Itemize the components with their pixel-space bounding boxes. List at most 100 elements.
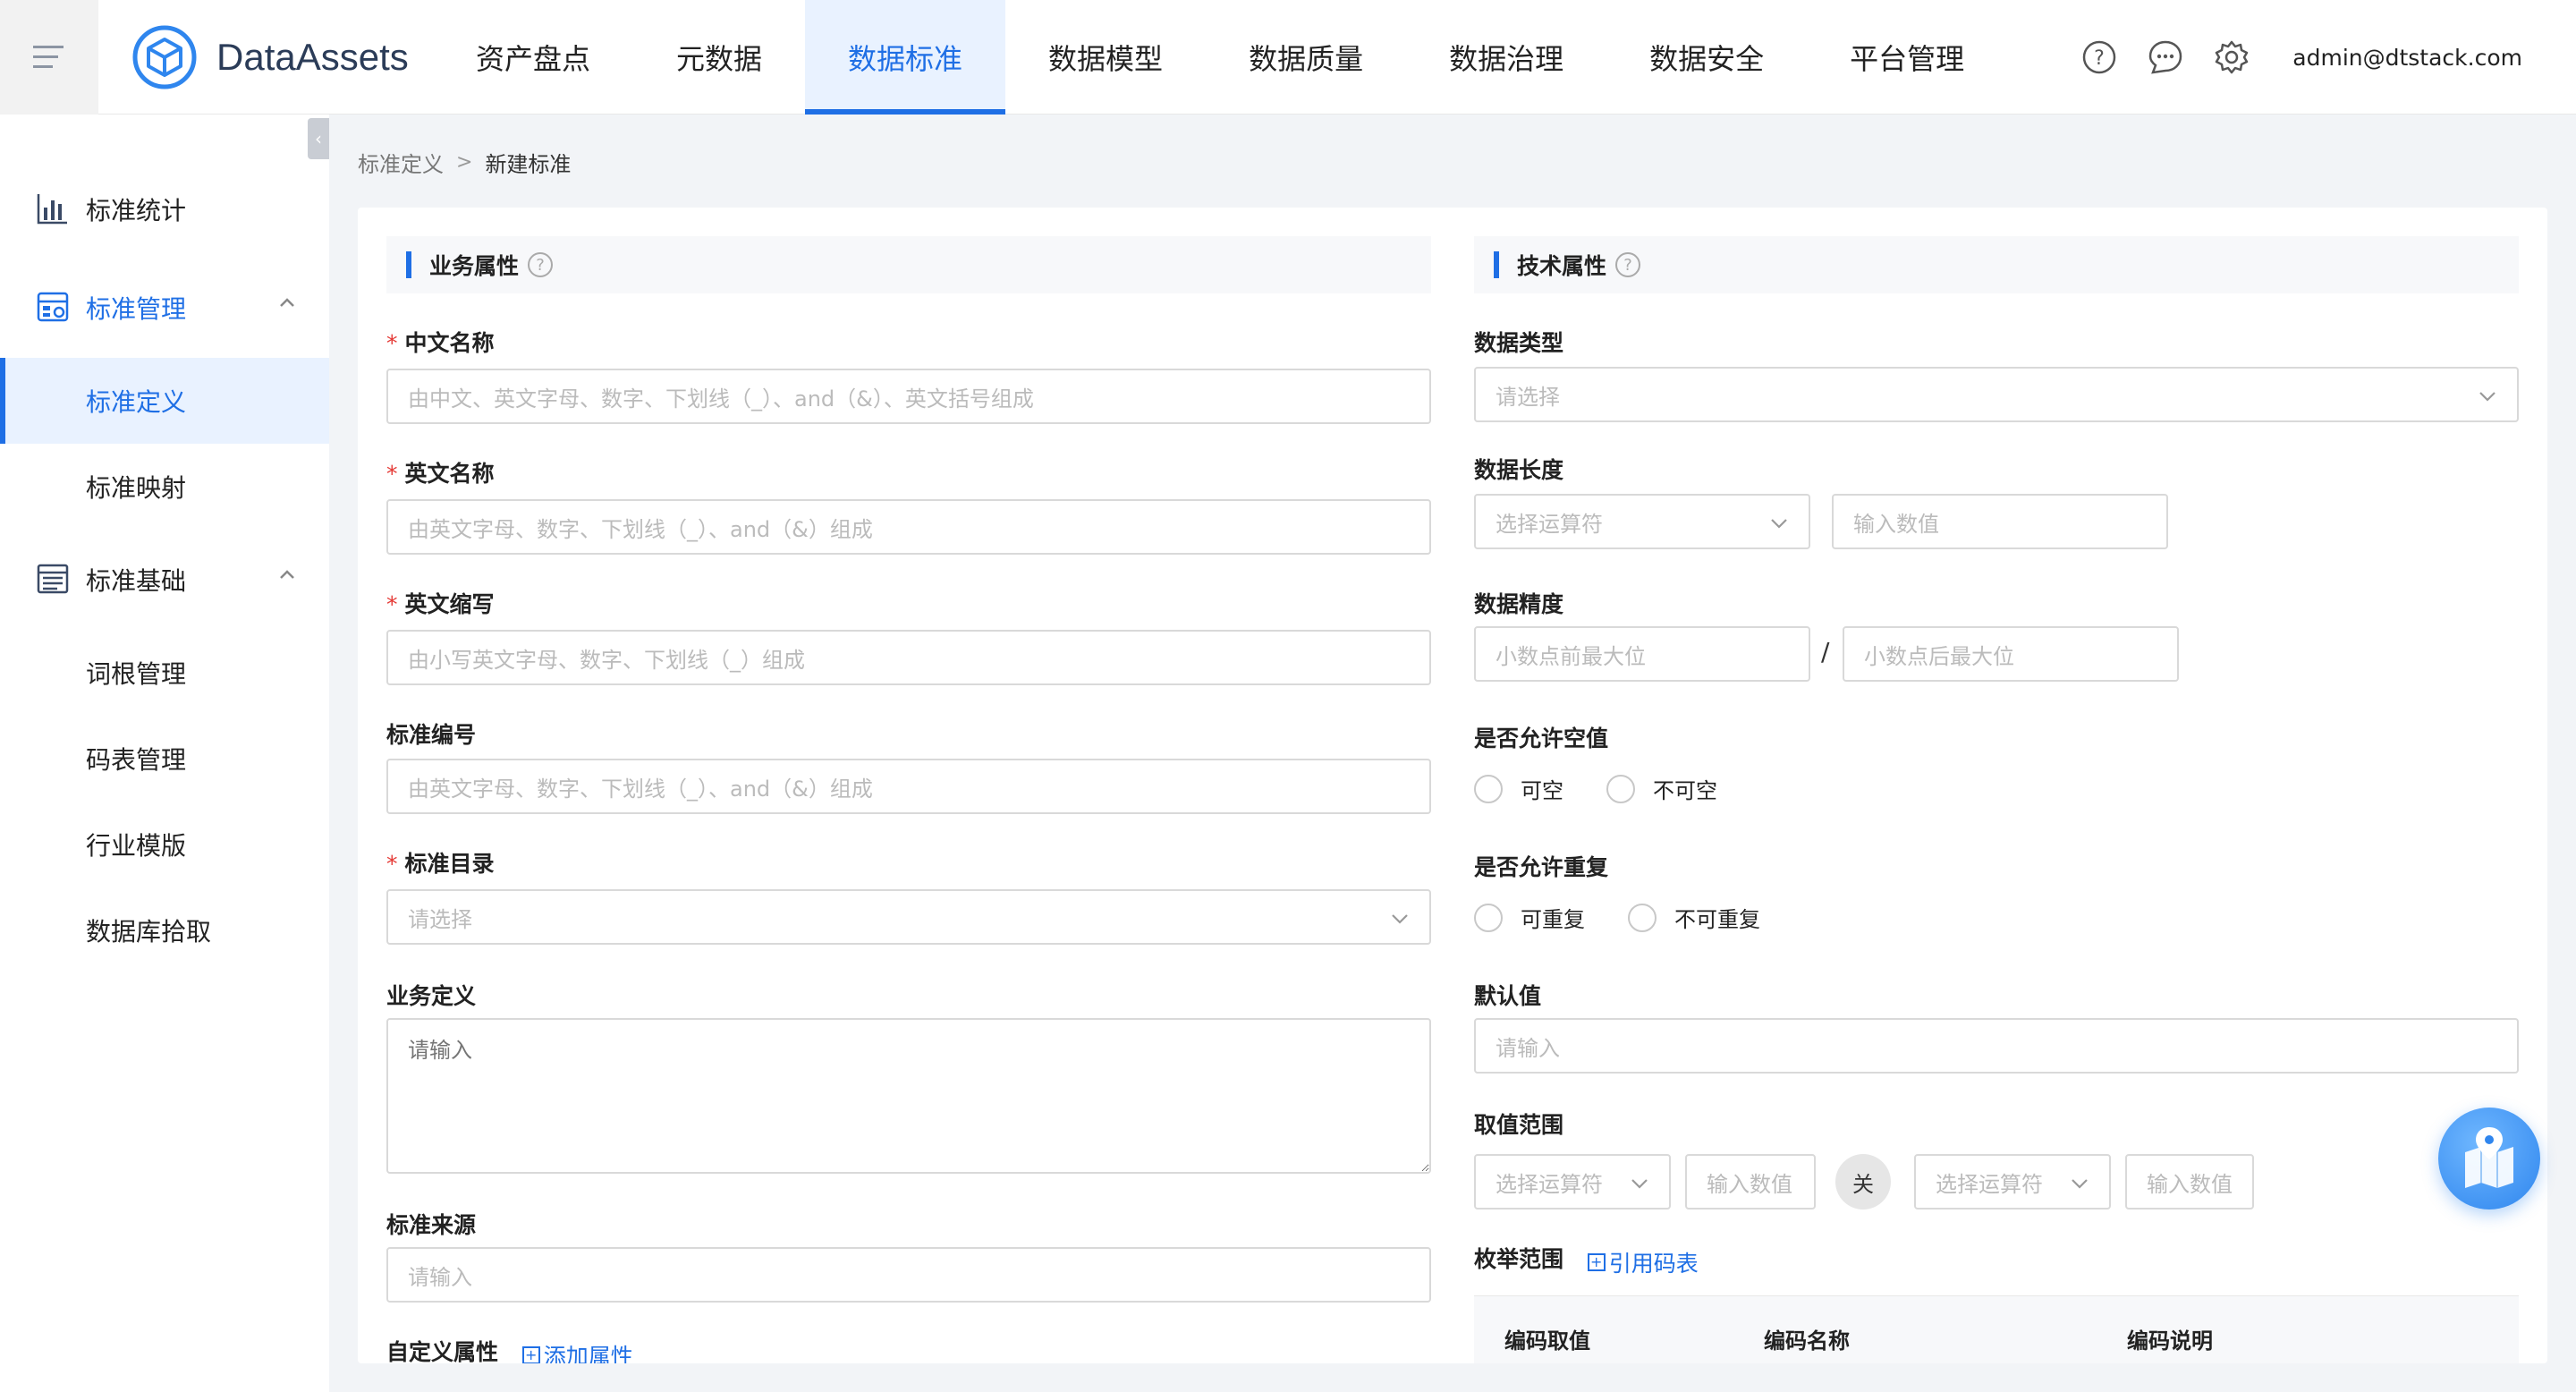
range-value-2-input[interactable]: 输入数值 [2125, 1154, 2254, 1210]
nav-platform-admin[interactable]: 平台管理 [1807, 0, 2007, 115]
radio-circle [1474, 774, 1503, 803]
sidebar-item-code-table[interactable]: 码表管理 [0, 716, 329, 802]
floating-guide-button[interactable] [2438, 1108, 2540, 1210]
sidebar-item-db-pick[interactable]: 数据库拾取 [0, 887, 329, 973]
custom-attr-label: 自定义属性 + 添加属性 [386, 1335, 633, 1363]
data-precision-label: 数据精度 [1474, 591, 1564, 617]
sidebar-item-std-stats[interactable]: 标准统计 [0, 166, 329, 252]
header-actions: ? admin@dtstack.com [2080, 0, 2522, 115]
data-length-label: 数据长度 [1474, 457, 1564, 483]
plus-box-icon: + [1587, 1253, 1606, 1271]
breadcrumb: 标准定义 > 新建标准 [358, 147, 571, 178]
map-pin-icon [2465, 1127, 2513, 1188]
nullable-no-radio[interactable]: 不可空 [1606, 773, 1717, 804]
col-code-name: 编码名称 [1764, 1328, 1850, 1354]
std-source-label: 标准来源 [386, 1212, 477, 1238]
plus-box-icon: + [521, 1346, 540, 1363]
en-name-label: * 英文名称 [386, 461, 495, 487]
breadcrumb-current: 新建标准 [485, 152, 572, 177]
sidebar-item-std-basis[interactable]: 标准基础 [0, 537, 329, 623]
gear-icon[interactable] [2212, 38, 2251, 77]
add-attribute-button[interactable]: + 添加属性 [521, 1339, 633, 1363]
repeatable-yes-radio[interactable]: 可重复 [1474, 902, 1585, 933]
radio-circle [1606, 774, 1635, 803]
range-value-1-input[interactable]: 输入数值 [1685, 1154, 1816, 1210]
section-marker [1494, 251, 1499, 278]
nav-data-governance[interactable]: 数据治理 [1406, 0, 1606, 115]
nav-data-quality[interactable]: 数据质量 [1206, 0, 1406, 115]
help-icon[interactable]: ? [1615, 252, 1641, 277]
nav-data-standard[interactable]: 数据标准 [805, 0, 1006, 115]
menu-toggle-button[interactable] [0, 0, 98, 115]
sidebar-item-std-mapping[interactable]: 标准映射 [0, 444, 329, 530]
nav-data-security[interactable]: 数据安全 [1606, 0, 1807, 115]
required-mark: * [386, 330, 398, 356]
required-mark: * [386, 461, 398, 487]
help-icon[interactable]: ? [528, 252, 554, 277]
required-mark: * [386, 591, 398, 617]
operator-placeholder: 选择运算符 [1936, 1171, 2043, 1197]
std-code-input[interactable]: 由英文字母、数字、下划线（_）、and（&）组成 [386, 759, 1431, 814]
precision-after-input[interactable]: 小数点后最大位 [1843, 626, 2179, 682]
app-logo[interactable]: DataAssets [132, 25, 409, 89]
biz-def-textarea[interactable] [386, 1018, 1431, 1174]
sidebar-item-industry-template[interactable]: 行业模版 [0, 802, 329, 887]
top-header: DataAssets 资产盘点 元数据 数据标准 数据模型 数据质量 数据治理 … [0, 0, 2576, 115]
sidebar-item-label: 标准统计 [86, 196, 187, 225]
message-icon[interactable] [2146, 38, 2185, 77]
user-account[interactable]: admin@dtstack.com [2292, 45, 2522, 71]
default-value-label: 默认值 [1474, 983, 1542, 1009]
chevron-down-icon [1392, 914, 1408, 924]
std-dir-placeholder: 请选择 [408, 906, 472, 932]
chevron-down-icon [1631, 1179, 1648, 1189]
chevron-down-icon [2072, 1179, 2088, 1189]
value-range-label: 取值范围 [1474, 1112, 1564, 1138]
sidebar-item-std-management[interactable]: 标准管理 [0, 265, 329, 351]
radio-circle [1628, 903, 1657, 932]
repeatable-label: 是否允许重复 [1474, 854, 1609, 880]
management-icon [37, 292, 69, 322]
range-relation-toggle[interactable]: 关 [1835, 1154, 1891, 1210]
std-source-input[interactable]: 请输入 [386, 1247, 1431, 1303]
sidebar-collapse-button[interactable]: ‹ [308, 118, 329, 159]
sidebar-item-label: 标准管理 [86, 294, 187, 324]
section-marker [406, 251, 411, 278]
en-abbr-input[interactable]: 由小写英文字母、数字、下划线（_）组成 [386, 630, 1431, 685]
nav-asset-inventory[interactable]: 资产盘点 [433, 0, 633, 115]
form-card: 业务属性 ? * 中文名称 由中文、英文字母、数字、下划线（_）、and（&）、英… [358, 208, 2547, 1363]
en-name-input[interactable]: 由英文字母、数字、下划线（_）、and（&）组成 [386, 499, 1431, 555]
reference-code-table-button[interactable]: + 引用码表 [1587, 1246, 1699, 1278]
col-code-desc: 编码说明 [2127, 1328, 2213, 1354]
col-code-value: 编码取值 [1504, 1328, 1590, 1354]
nullable-yes-radio[interactable]: 可空 [1474, 773, 1563, 804]
app-name: DataAssets [216, 36, 409, 78]
tech-section-header: 技术属性 ? [1474, 236, 2519, 293]
chevron-left-icon: ‹ [315, 128, 322, 149]
help-icon[interactable]: ? [2080, 38, 2119, 77]
main-nav: 资产盘点 元数据 数据标准 数据模型 数据质量 数据治理 数据安全 平台管理 [433, 0, 2007, 115]
data-length-value-input[interactable]: 输入数值 [1832, 494, 2168, 549]
chevron-down-icon [1771, 519, 1787, 529]
nav-data-model[interactable]: 数据模型 [1005, 0, 1206, 115]
default-value-input[interactable]: 请输入 [1474, 1018, 2519, 1074]
nav-metadata[interactable]: 元数据 [633, 0, 805, 115]
range-operator-2-select[interactable]: 选择运算符 [1914, 1154, 2111, 1210]
repeatable-no-radio[interactable]: 不可重复 [1628, 902, 1760, 933]
std-dir-select[interactable]: 请选择 [386, 889, 1431, 945]
data-type-select[interactable]: 请选择 [1474, 367, 2519, 422]
data-length-operator-select[interactable]: 选择运算符 [1474, 494, 1810, 549]
en-abbr-label: * 英文缩写 [386, 591, 495, 617]
range-operator-1-select[interactable]: 选择运算符 [1474, 1154, 1671, 1210]
precision-before-input[interactable]: 小数点前最大位 [1474, 626, 1810, 682]
sidebar-item-word-root[interactable]: 词根管理 [0, 630, 329, 716]
data-type-label: 数据类型 [1474, 330, 1564, 356]
sidebar-item-std-definition[interactable]: 标准定义 [0, 358, 329, 444]
radio-circle [1474, 903, 1503, 932]
data-type-placeholder: 请选择 [1496, 384, 1560, 410]
breadcrumb-parent[interactable]: 标准定义 [358, 147, 444, 178]
business-section-header: 业务属性 ? [386, 236, 1431, 293]
cn-name-input[interactable]: 由中文、英文字母、数字、下划线（_）、and（&）、英文括号组成 [386, 369, 1431, 424]
bar-chart-icon [37, 194, 67, 225]
list-icon [37, 564, 69, 594]
precision-separator: / [1821, 637, 1830, 666]
